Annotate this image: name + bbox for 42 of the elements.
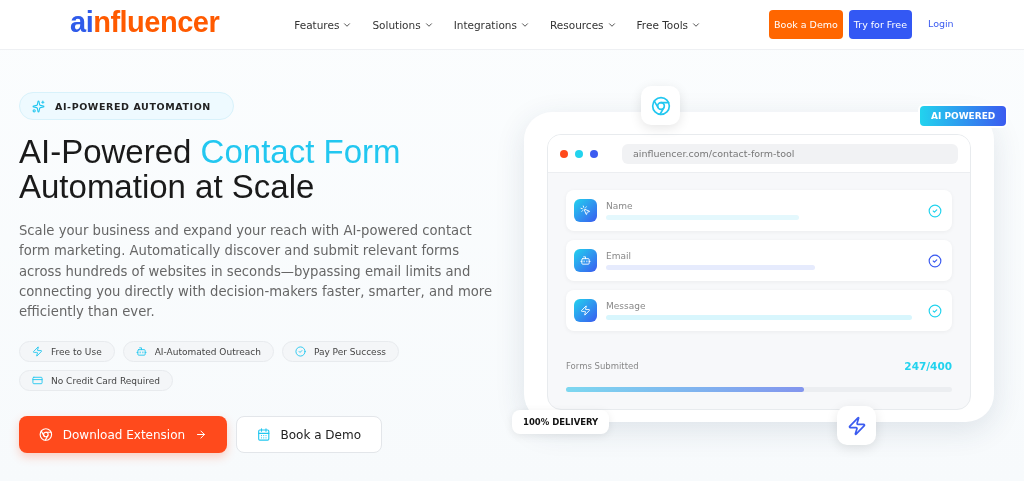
demo-button[interactable]: Book a Demo <box>236 416 382 454</box>
logo[interactable]: ainfluencer <box>70 6 220 39</box>
feature-chip: Free to Use <box>19 341 115 363</box>
nav-menu-item[interactable]: Resources <box>549 18 617 31</box>
nav-menu-item[interactable]: Solutions <box>372 18 434 31</box>
nav-menu-item[interactable]: Features <box>294 18 353 31</box>
robot-icon <box>574 249 597 272</box>
window-dot <box>575 149 583 158</box>
try-free-button[interactable]: Try for Free <box>848 10 912 39</box>
lightning-icon <box>32 346 43 358</box>
pointer-icon <box>574 199 597 222</box>
robot-icon <box>135 346 147 358</box>
address-bar: ainfluencer.com/contact-form-tool <box>622 143 958 164</box>
check-circle-icon <box>928 253 942 268</box>
lightning-icon <box>574 299 597 322</box>
delivery-badge: 100% DELIVERY <box>512 410 610 434</box>
progress-label: Forms Submitted <box>566 361 639 371</box>
hero-heading: AI-Powered Contact Form Automation at Scale <box>19 134 402 204</box>
field-label: Email <box>606 251 632 261</box>
sparkle-icon <box>32 99 45 113</box>
hero-description: Scale your business and expand your reach with AI-powered contact form marketing. Automatically discover and submit relevant forms across hundreds of websites in seconds—bypassing email limits and connecting you directly with decision-makers faster, smarter, and more efficiently than ever. <box>19 222 494 322</box>
chrome-icon <box>39 427 53 443</box>
card-icon <box>32 375 43 387</box>
field-label: Name <box>606 201 634 211</box>
field-label: Message <box>606 301 647 311</box>
feature-chip: No Credit Card Required <box>19 370 173 392</box>
check-circle-icon <box>928 303 942 318</box>
nav-menu-item[interactable]: Integrations <box>453 18 530 31</box>
chrome-icon <box>650 95 671 116</box>
lightning-icon <box>846 415 867 436</box>
login-link[interactable]: Login <box>928 17 954 29</box>
window-dot <box>560 149 568 158</box>
calendar-icon <box>257 427 271 443</box>
window-dot <box>590 149 598 158</box>
badge-label: AI-POWERED AUTOMATION <box>55 100 211 112</box>
ai-badge: AI POWERED <box>918 104 1009 128</box>
feature-chip: AI-Automated Outreach <box>122 341 274 363</box>
progress-reading: 247/400 <box>904 360 952 372</box>
nav-menu-item[interactable]: Free Tools <box>636 18 702 31</box>
feature-chip: Pay Per Success <box>281 341 400 363</box>
check-circle-icon <box>294 346 306 358</box>
check-circle-icon <box>928 203 942 218</box>
